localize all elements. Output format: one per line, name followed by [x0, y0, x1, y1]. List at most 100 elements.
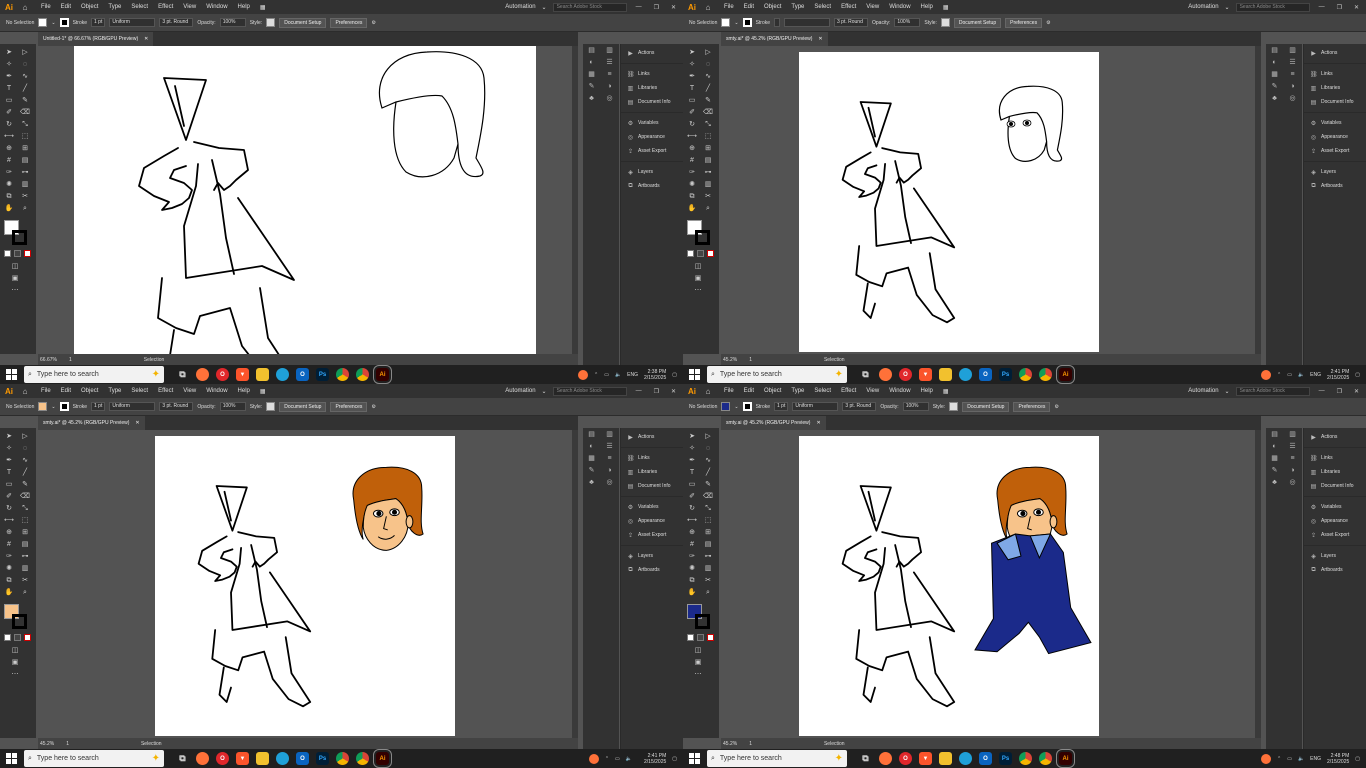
arrange-documents-icon[interactable]: ▦ [255, 388, 271, 395]
shaper-tool-icon[interactable]: ✐ [4, 492, 14, 501]
firefox-tray-icon[interactable] [1261, 753, 1271, 764]
panel-artboards[interactable]: ⧉ Artboards [1304, 179, 1366, 193]
document-setup-button[interactable]: Document Setup [962, 401, 1010, 412]
close-icon[interactable]: ✕ [144, 36, 148, 42]
gradient-panel-icon[interactable]: ≡ [605, 454, 614, 463]
brave-icon[interactable]: ▼ [236, 752, 249, 765]
menu-type[interactable]: Type [786, 4, 809, 11]
home-icon[interactable]: ⌂ [18, 387, 32, 396]
workspace-switcher[interactable]: Automation [1188, 4, 1218, 10]
chrome-icon[interactable] [1019, 368, 1032, 381]
canvas-area[interactable] [721, 430, 1261, 738]
stroke-color-box[interactable] [695, 230, 710, 245]
close-button[interactable]: ✕ [1351, 4, 1362, 11]
chrome-icon[interactable] [336, 368, 349, 381]
hand-tool-icon[interactable]: ✋ [687, 204, 697, 213]
firefox-tray-icon[interactable] [1261, 369, 1271, 380]
artboard[interactable] [155, 436, 455, 736]
scale-tool-icon[interactable]: ⤡ [703, 504, 713, 513]
curvature-tool-icon[interactable]: ∿ [703, 456, 713, 465]
menu-select[interactable]: Select [126, 388, 153, 395]
variable-width-profile[interactable]: Uniform [109, 402, 156, 411]
panel-layers[interactable]: ◈ Layers [621, 549, 683, 563]
minimize-button[interactable]: — [633, 4, 645, 10]
symbols-icon[interactable]: ♣ [1270, 94, 1279, 103]
rectangle-tool-icon[interactable]: ▭ [687, 480, 697, 489]
transparency-panel-icon[interactable]: ◑ [605, 82, 614, 91]
menu-edit[interactable]: Edit [56, 388, 76, 395]
rectangle-tool-icon[interactable]: ▭ [687, 96, 697, 105]
workspace-switcher[interactable]: Automation [505, 388, 535, 394]
photoshop-icon[interactable]: Ps [999, 752, 1012, 765]
more-tools-icon[interactable]: ⋯ [693, 670, 703, 679]
gradient-panel-icon[interactable]: ≡ [1288, 454, 1297, 463]
notifications-icon[interactable]: ▢ [672, 372, 677, 378]
stroke-swatch[interactable] [742, 18, 752, 27]
artboard-tool-icon[interactable]: ⧉ [687, 192, 697, 201]
eraser-tool-icon[interactable]: ⌫ [703, 492, 713, 501]
stroke-panel-icon[interactable]: ☰ [605, 442, 614, 451]
artboard-navigator[interactable]: 1 [749, 741, 752, 747]
chevron-down-icon[interactable]: ⌄ [734, 20, 738, 26]
shape-builder-tool-icon[interactable]: ⊕ [687, 144, 697, 153]
menu-file[interactable]: File [719, 4, 739, 11]
gradient-button[interactable] [14, 634, 21, 641]
stroke-weight-field[interactable] [774, 18, 781, 27]
selection-tool-icon[interactable]: ➤ [4, 432, 14, 441]
column-graph-tool-icon[interactable]: ▥ [20, 180, 30, 189]
menu-view[interactable]: View [861, 4, 884, 11]
panel-libraries[interactable]: ▥ Libraries [621, 81, 683, 95]
edge-icon[interactable] [959, 752, 972, 765]
color-icon[interactable]: ◐ [587, 442, 596, 451]
menu-select[interactable]: Select [809, 388, 836, 395]
opacity-field[interactable]: 100% [902, 402, 929, 411]
edge-icon[interactable] [959, 368, 972, 381]
direct-selection-tool-icon[interactable]: ▷ [703, 48, 713, 57]
paintbrush-tool-icon[interactable]: ✎ [703, 96, 713, 105]
blend-tool-icon[interactable]: ⊶ [703, 168, 713, 177]
eyedropper-tool-icon[interactable]: ✑ [4, 552, 14, 561]
firefox-tray-icon[interactable] [588, 753, 599, 764]
chevron-up-icon[interactable]: ⌃ [594, 372, 598, 378]
language-indicator[interactable]: ENG [1310, 372, 1321, 378]
chevron-up-icon[interactable]: ⌃ [605, 756, 609, 762]
artboard-navigator[interactable]: 1 [69, 357, 72, 363]
opacity-label[interactable]: Opacity: [880, 404, 898, 410]
stroke-swatch[interactable] [742, 402, 752, 411]
panel-actions[interactable]: ▶ Actions [1304, 46, 1366, 60]
graphic-styles-icon[interactable]: ◎ [605, 94, 614, 103]
firefox-icon[interactable] [879, 368, 892, 381]
zoom-level[interactable]: 45.2% [723, 357, 737, 363]
graphic-styles-icon[interactable]: ◎ [1288, 94, 1297, 103]
opera-icon[interactable]: O [899, 752, 912, 765]
free-transform-tool-icon[interactable]: ⬚ [20, 516, 30, 525]
canvas-area[interactable] [38, 46, 578, 354]
curvature-tool-icon[interactable]: ∿ [20, 72, 30, 81]
network-icon[interactable]: ▭ [604, 372, 609, 378]
document-tab[interactable]: smty.ai @ 45.2% (RGB/GPU Preview) ✕ [721, 416, 826, 430]
direct-selection-tool-icon[interactable]: ▷ [20, 48, 30, 57]
graphic-style-swatch[interactable] [949, 402, 959, 411]
artboard[interactable] [74, 46, 536, 354]
gradient-panel-icon[interactable]: ≡ [1288, 70, 1297, 79]
volume-icon[interactable]: 🔈 [1298, 756, 1304, 762]
brave-icon[interactable]: ▼ [236, 368, 249, 381]
chrome-alt-icon[interactable] [1039, 368, 1052, 381]
magic-wand-tool-icon[interactable]: ✧ [4, 60, 14, 69]
panel-layers[interactable]: ◈ Layers [1304, 165, 1366, 179]
draw-mode-icon[interactable]: ◫ [693, 646, 703, 655]
preferences-button[interactable]: Preferences [330, 17, 368, 28]
taskbar-search-box[interactable]: ⌕ Type here to search ✦ [24, 750, 164, 767]
direct-selection-tool-icon[interactable]: ▷ [20, 432, 30, 441]
preferences-button[interactable]: Preferences [1013, 401, 1051, 412]
selection-tool-icon[interactable]: ➤ [4, 48, 14, 57]
menu-view[interactable]: View [178, 388, 201, 395]
zoom-level[interactable]: 45.2% [723, 741, 737, 747]
brushes-icon[interactable]: ✎ [1270, 466, 1279, 475]
opacity-label[interactable]: Opacity: [872, 20, 890, 26]
menu-edit[interactable]: Edit [56, 4, 76, 11]
fill-swatch[interactable] [38, 402, 48, 411]
menu-object[interactable]: Object [759, 4, 786, 11]
more-tools-icon[interactable]: ⋯ [10, 286, 20, 295]
arrange-documents-icon[interactable]: ▦ [255, 4, 271, 11]
